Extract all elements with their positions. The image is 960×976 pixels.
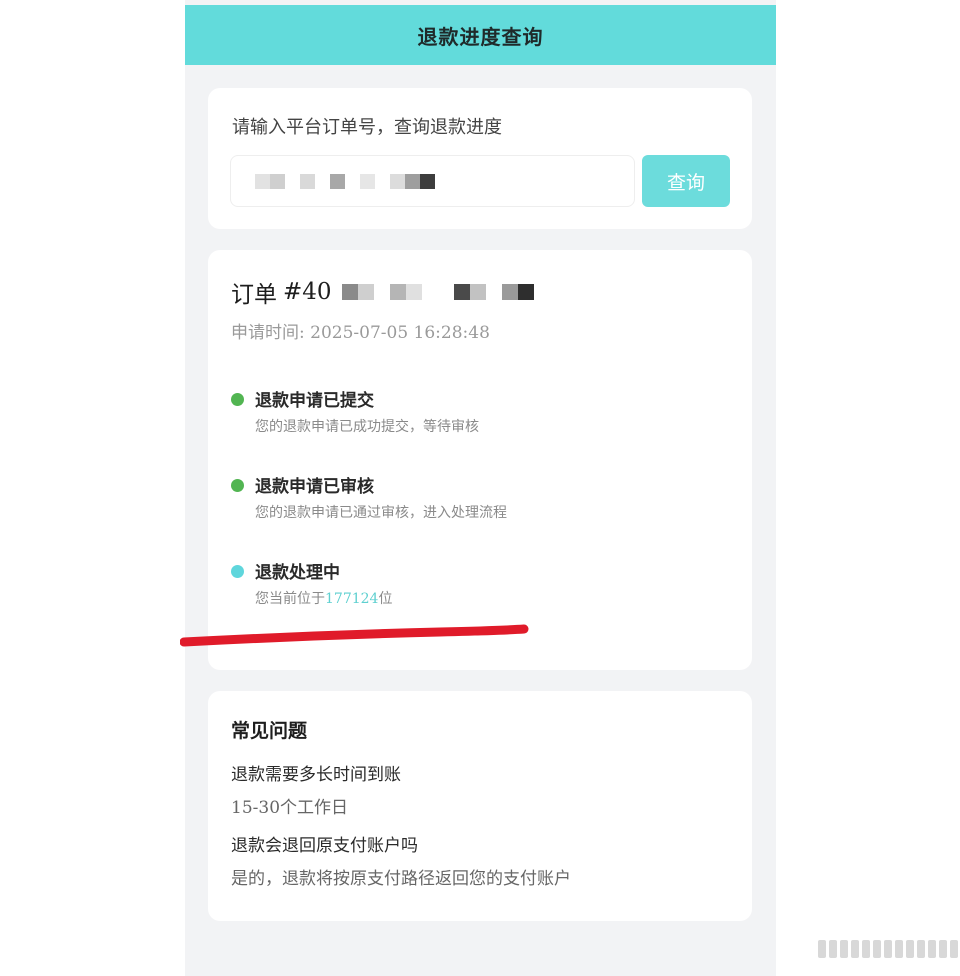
status-dot — [231, 393, 244, 406]
redacted-pixel — [300, 173, 315, 189]
watermark-mark — [862, 940, 870, 958]
redacted-pixel — [405, 173, 420, 189]
step-title: 退款申请已提交 — [255, 391, 374, 411]
watermark-mark — [895, 940, 903, 958]
order-number: #40 — [283, 279, 332, 305]
redacted-pixel — [341, 284, 358, 300]
page-header: 退款进度查询 — [185, 5, 776, 65]
step-desc: 您当前位于177124位 — [255, 588, 392, 608]
watermark-mark — [928, 940, 936, 958]
status-dot — [231, 479, 244, 492]
search-card: 请输入平台订单号，查询退款进度 查询 — [208, 88, 752, 229]
faq-title: 常见问题 — [231, 720, 308, 742]
redacted-pixel — [330, 173, 345, 189]
redacted-pixel — [373, 284, 390, 300]
redacted-pixel — [390, 173, 405, 189]
redacted-pixel — [517, 284, 534, 300]
order-number-input[interactable] — [230, 155, 635, 207]
redacted-pixel — [375, 173, 390, 189]
redacted-pixel — [421, 284, 438, 300]
watermark — [818, 940, 958, 958]
queue-position: 177124 — [325, 591, 379, 607]
step-title: 退款处理中 — [255, 563, 340, 583]
step-desc: 您的退款申请已通过审核，进入处理流程 — [255, 505, 507, 521]
step-title: 退款申请已审核 — [255, 477, 374, 497]
redacted-pixel — [437, 284, 454, 300]
redacted-pixel — [360, 173, 375, 189]
status-dot — [231, 565, 244, 578]
watermark-mark — [917, 940, 925, 958]
order-card: 订单 #40 申请时间: 2025-07-05 16:28:48 退款申请已提交 — [208, 250, 752, 670]
redacted-pixel — [420, 173, 435, 189]
faq-answer: 15-30个工作日 — [231, 798, 349, 818]
queue-prefix: 您当前位于 — [255, 591, 325, 607]
watermark-mark — [851, 940, 859, 958]
redacted-pixel — [389, 284, 406, 300]
redacted-pixel — [270, 173, 285, 189]
redacted-pixel — [315, 173, 330, 189]
annotation-stroke — [180, 624, 529, 647]
redacted-order-number — [341, 284, 534, 300]
watermark-mark — [840, 940, 848, 958]
order-label: 订单 — [231, 282, 277, 308]
redacted-pixel — [345, 173, 360, 189]
redacted-pixel — [405, 284, 422, 300]
faq-card: 常见问题 退款需要多长时间到账 15-30个工作日 退款会退回原支付账户吗 是的… — [208, 691, 752, 921]
redacted-pixel — [357, 284, 374, 300]
apply-time: 申请时间: 2025-07-05 16:28:48 — [231, 323, 490, 343]
red-underline-annotation — [180, 624, 529, 647]
faq-question: 退款需要多长时间到账 — [231, 765, 401, 785]
watermark-mark — [906, 940, 914, 958]
phone-screen: 退款进度查询 请输入平台订单号，查询退款进度 查询 订单 #40 申请时间: 2… — [185, 0, 776, 976]
redacted-pixel — [501, 284, 518, 300]
watermark-mark — [829, 940, 837, 958]
watermark-mark — [950, 940, 958, 958]
redacted-pixel — [453, 284, 470, 300]
faq-answer: 是的，退款将按原支付路径返回您的支付账户 — [231, 869, 571, 889]
step-desc: 您的退款申请已成功提交，等待审核 — [255, 419, 479, 435]
search-hint: 请输入平台订单号，查询退款进度 — [232, 117, 502, 138]
redacted-pixel — [469, 284, 486, 300]
watermark-mark — [884, 940, 892, 958]
redacted-pixel — [485, 284, 502, 300]
watermark-mark — [873, 940, 881, 958]
redacted-pixel — [255, 173, 270, 189]
redacted-pixel — [285, 173, 300, 189]
order-title: 订单 #40 — [231, 275, 534, 309]
search-button[interactable]: 查询 — [642, 155, 730, 207]
queue-suffix: 位 — [378, 591, 393, 607]
page-title: 退款进度查询 — [417, 24, 544, 49]
faq-question: 退款会退回原支付账户吗 — [231, 836, 418, 856]
watermark-mark — [939, 940, 947, 958]
watermark-mark — [818, 940, 826, 958]
